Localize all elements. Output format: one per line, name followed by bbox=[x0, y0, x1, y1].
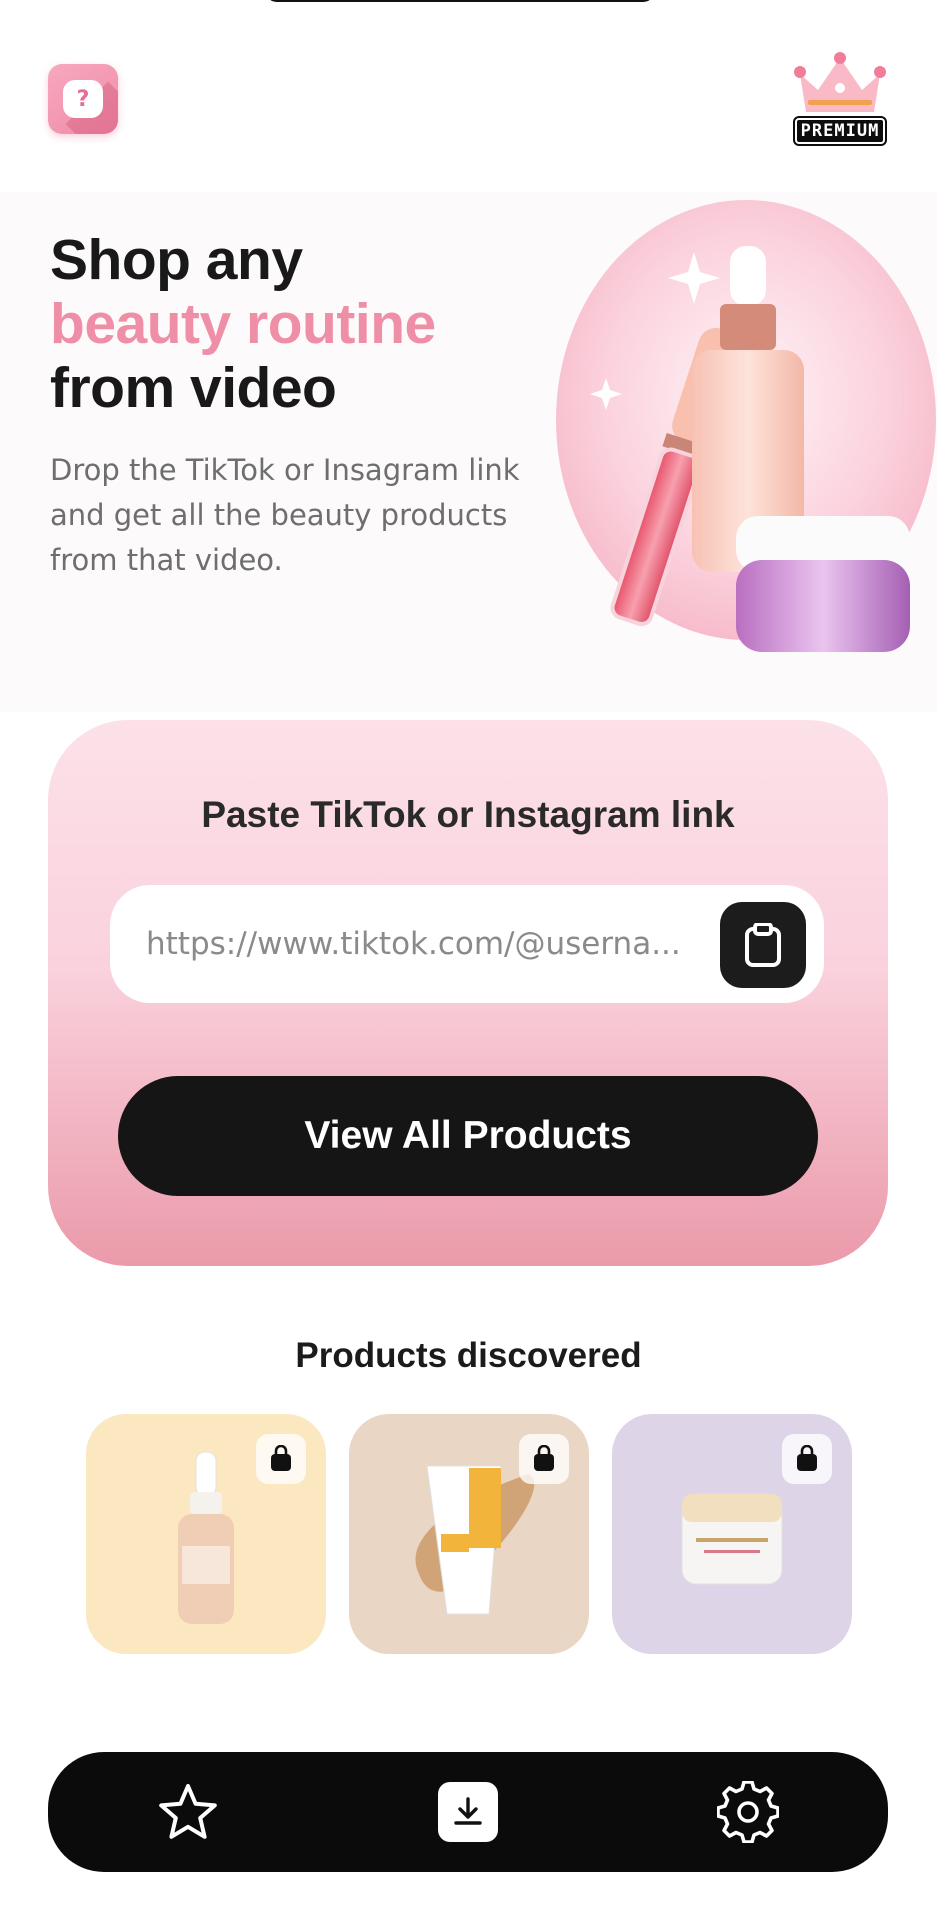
nav-favorites[interactable] bbox=[128, 1752, 248, 1872]
hero-title-line3: from video bbox=[50, 356, 337, 420]
hero-title: Shop any beauty routine from video bbox=[50, 228, 436, 420]
url-field bbox=[110, 885, 824, 1003]
paste-link-card: Paste TikTok or Instagram link View All … bbox=[48, 720, 888, 1266]
product-card[interactable] bbox=[612, 1414, 852, 1654]
star-icon bbox=[159, 1784, 217, 1839]
shopping-bag-icon[interactable] bbox=[519, 1434, 569, 1484]
link-input[interactable] bbox=[146, 885, 686, 1003]
clipboard-icon bbox=[745, 923, 781, 967]
premium-button[interactable]: PREMIUM bbox=[790, 52, 890, 146]
cosmetics-illustration bbox=[556, 200, 936, 680]
product-card[interactable] bbox=[349, 1414, 589, 1654]
bottom-navigation bbox=[48, 1752, 888, 1872]
nav-settings[interactable] bbox=[688, 1752, 808, 1872]
crown-icon bbox=[794, 52, 886, 112]
view-all-products-button[interactable]: View All Products bbox=[118, 1076, 818, 1196]
nav-download[interactable] bbox=[408, 1752, 528, 1872]
paste-button[interactable] bbox=[720, 902, 806, 988]
products-section-title: Products discovered bbox=[295, 1336, 642, 1375]
help-button[interactable]: ? bbox=[48, 64, 118, 134]
premium-badge: PREMIUM bbox=[793, 116, 887, 146]
gear-icon bbox=[717, 1781, 779, 1843]
hero-title-accent: beauty routine bbox=[50, 292, 436, 356]
paste-card-title: Paste TikTok or Instagram link bbox=[201, 794, 735, 835]
shopping-bag-icon[interactable] bbox=[782, 1434, 832, 1484]
hero-title-line1: Shop any bbox=[50, 228, 303, 292]
hero-subtitle: Drop the TikTok or Insagram link and get… bbox=[50, 453, 520, 577]
question-bubble-icon: ? bbox=[63, 80, 103, 118]
device-notch bbox=[265, 0, 655, 2]
shopping-bag-icon[interactable] bbox=[256, 1434, 306, 1484]
download-icon bbox=[438, 1782, 498, 1842]
product-card[interactable] bbox=[86, 1414, 326, 1654]
